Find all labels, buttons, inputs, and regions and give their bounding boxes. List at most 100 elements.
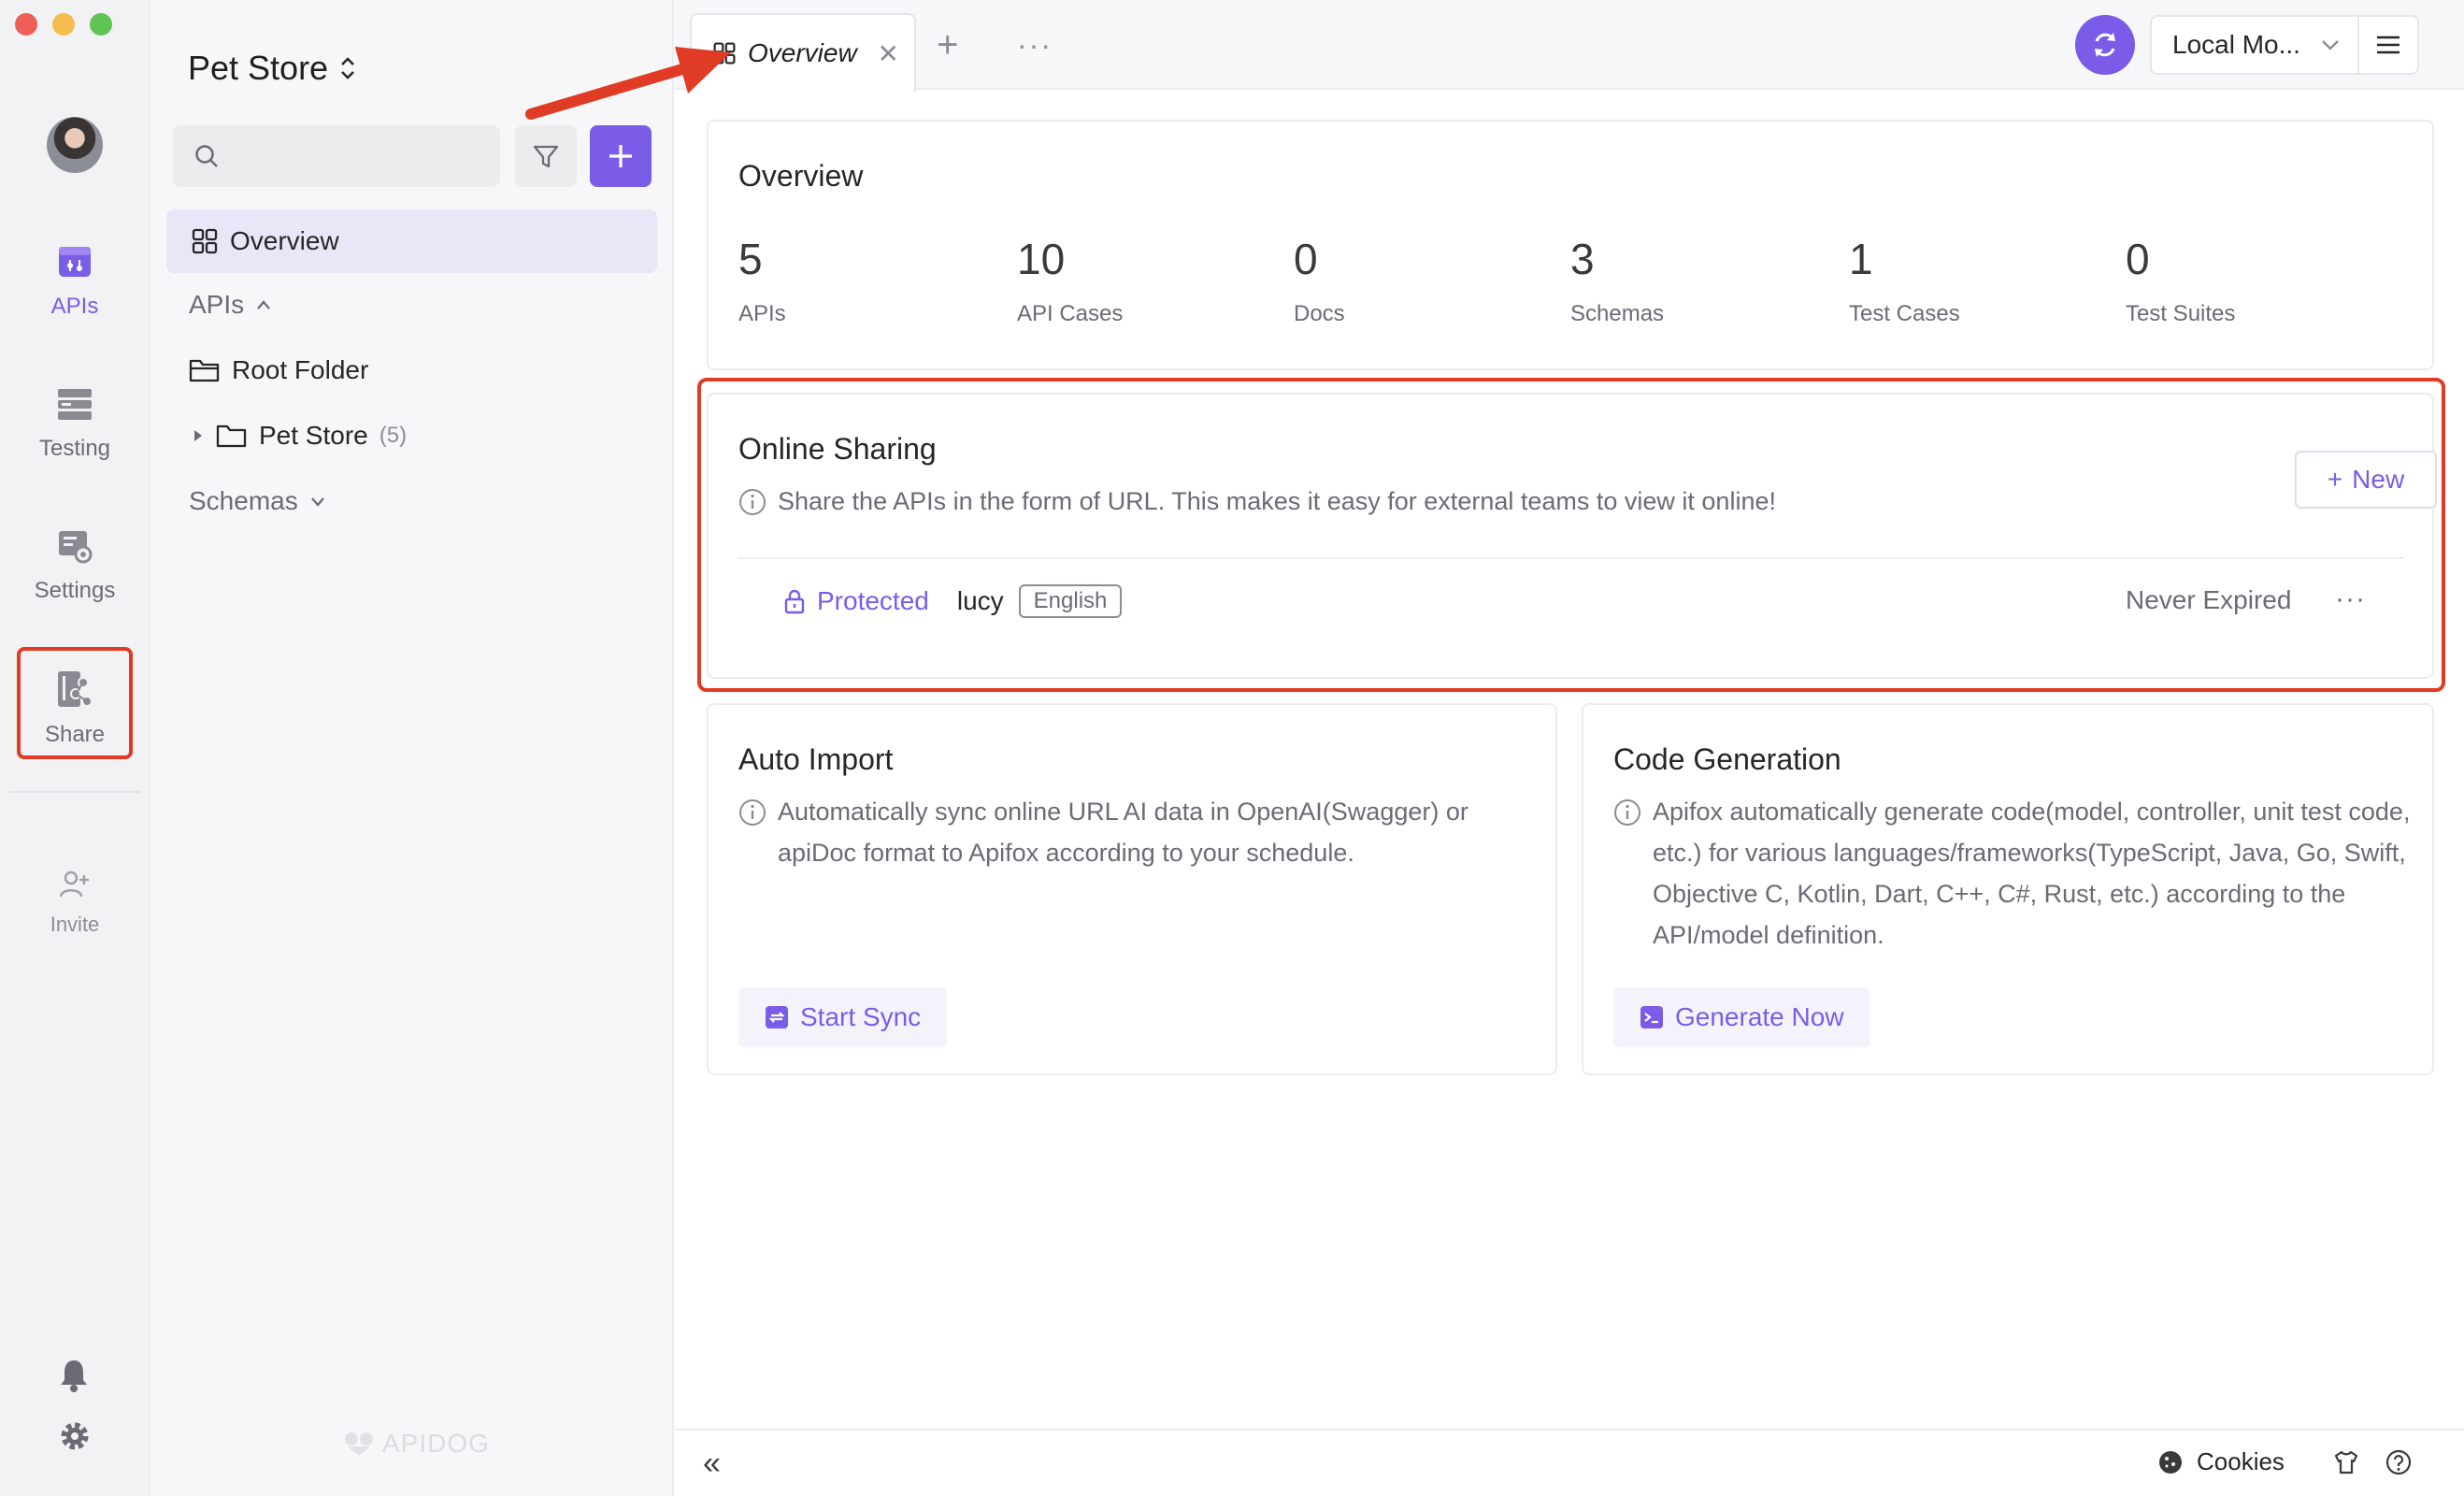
stat-value: 1	[1849, 235, 1873, 283]
stat-value: 0	[2126, 235, 2150, 283]
environment-value: Local Mo...	[2172, 30, 2300, 59]
stat-api-cases[interactable]: 10 API Cases	[1017, 234, 1123, 327]
brand-text: APIDOG	[382, 1429, 490, 1458]
invite-icon	[54, 864, 95, 905]
stat-schemas[interactable]: 3 Schemas	[1570, 234, 1664, 327]
rail-item-share[interactable]: Share	[17, 647, 133, 759]
auto-import-hint: Automatically sync online URL AI data in…	[738, 791, 1514, 873]
help-icon[interactable]	[2385, 1449, 2412, 1480]
filter-button[interactable]	[515, 125, 577, 187]
rail-item-invite[interactable]: Invite	[17, 845, 133, 948]
rail-label-invite: Invite	[50, 913, 100, 936]
stat-docs[interactable]: 0 Docs	[1294, 234, 1345, 327]
terminal-icon	[1640, 1006, 1663, 1028]
add-button[interactable]	[590, 125, 652, 187]
status-bar: « Cookies	[675, 1429, 2464, 1496]
gear-icon[interactable]	[58, 1419, 92, 1458]
hamburger-icon	[2377, 36, 2400, 54]
search-icon	[195, 145, 218, 167]
minimize-window-button[interactable]	[52, 13, 75, 36]
stat-label: Test Cases	[1849, 301, 1960, 326]
search-box[interactable]	[173, 125, 500, 187]
tree-label-root-folder: Root Folder	[232, 355, 369, 384]
zoom-window-button[interactable]	[90, 13, 112, 36]
stat-label: Schemas	[1570, 301, 1665, 326]
stat-value: 3	[1570, 235, 1595, 283]
code-generation-title: Code Generation	[1613, 742, 1841, 776]
code-generation-hint: Apifox automatically generate code(model…	[1613, 791, 2417, 956]
stat-value: 0	[1294, 235, 1318, 283]
environment-select[interactable]: Local Mo...	[2150, 15, 2359, 75]
annotation-highlight-box	[697, 378, 2445, 692]
close-window-button[interactable]	[15, 13, 37, 36]
stat-value: 10	[1017, 235, 1066, 283]
apis-icon	[54, 241, 95, 282]
cookies-button[interactable]: Cookies	[2157, 1447, 2285, 1476]
caret-right-icon	[194, 430, 202, 441]
filter-icon	[533, 145, 559, 168]
code-generation-description: Apifox automatically generate code(model…	[1653, 798, 2411, 949]
info-icon	[1614, 799, 1640, 826]
project-name: Pet Store	[188, 49, 329, 87]
tree-section-schemas[interactable]: Schemas	[189, 486, 326, 516]
refresh-icon	[2095, 33, 2115, 57]
close-icon[interactable]: ✕	[878, 38, 899, 69]
code-generation-card: Code Generation Apifox automatically gen…	[1582, 703, 2434, 1075]
tree-label-pet-store: Pet Store	[259, 421, 368, 450]
more-tabs-icon[interactable]: ···	[1017, 28, 1053, 63]
sync-button[interactable]	[2075, 15, 2135, 75]
tree-section-schemas-label: Schemas	[189, 486, 298, 515]
share-icon	[54, 669, 95, 711]
rail-item-settings[interactable]: Settings	[17, 507, 133, 619]
stat-test-cases[interactable]: 1 Test Cases	[1849, 234, 1960, 327]
tree-count-pet-store: (5)	[379, 423, 408, 448]
chevron-down-icon	[2322, 40, 2339, 50]
start-sync-button[interactable]: Start Sync	[738, 987, 948, 1047]
chevron-updown-icon	[341, 57, 354, 79]
apidog-logo-icon	[345, 1432, 373, 1456]
stat-label: APIs	[738, 301, 786, 326]
rail-item-apis[interactable]: APIs	[17, 223, 133, 335]
testing-icon	[54, 383, 95, 424]
shirt-icon[interactable]	[2333, 1449, 2359, 1480]
cookie-icon	[2159, 1450, 2182, 1474]
rail-label-share: Share	[44, 722, 106, 747]
rail-divider	[9, 791, 141, 793]
annotation-arrow-icon	[525, 47, 731, 120]
tree-section-apis[interactable]: APIs	[189, 290, 272, 320]
tab-overview-label: Overview	[748, 38, 857, 67]
stat-test-suites[interactable]: 0 Test Suites	[2126, 234, 2235, 327]
stat-label: Test Suites	[2126, 301, 2236, 326]
tab-bar: Overview ✕ + ··· Local Mo...	[675, 0, 2464, 92]
generate-now-label: Generate Now	[1675, 1002, 1844, 1031]
new-tab-button[interactable]: +	[937, 26, 958, 64]
tree-item-overview[interactable]: Overview	[166, 209, 657, 273]
folder-icon	[216, 424, 247, 448]
chevron-down-icon	[310, 497, 324, 507]
search-input[interactable]	[229, 141, 491, 171]
main-menu-button[interactable]	[2357, 15, 2419, 75]
stat-apis[interactable]: 5 APIs	[738, 234, 786, 327]
generate-now-button[interactable]: Generate Now	[1613, 987, 1870, 1047]
chevron-up-icon	[257, 300, 271, 309]
avatar[interactable]	[47, 117, 103, 173]
tree-item-root-folder[interactable]: Root Folder	[189, 355, 368, 385]
overview-icon	[192, 228, 218, 254]
sync-icon	[766, 1006, 788, 1028]
tree-label-overview: Overview	[230, 226, 339, 255]
stat-label: API Cases	[1017, 301, 1124, 326]
project-switcher[interactable]: Pet Store	[188, 49, 356, 88]
stat-label: Docs	[1294, 301, 1345, 326]
bell-icon[interactable]	[58, 1358, 90, 1398]
auto-import-card: Auto Import Automatically sync online UR…	[707, 703, 1557, 1075]
plus-icon	[609, 145, 632, 167]
start-sync-label: Start Sync	[800, 1002, 922, 1031]
rail-item-testing[interactable]: Testing	[17, 365, 133, 477]
folder-icon	[189, 359, 220, 382]
settings-icon	[54, 525, 95, 567]
auto-import-title: Auto Import	[738, 742, 894, 776]
tree-item-pet-store[interactable]: Pet Store (5)	[192, 421, 407, 451]
collapse-sidebar-icon[interactable]: «	[703, 1446, 721, 1482]
info-icon	[739, 799, 766, 826]
api-tree-panel: Pet Store Overview APIs Root Folder Pet …	[150, 0, 674, 1496]
